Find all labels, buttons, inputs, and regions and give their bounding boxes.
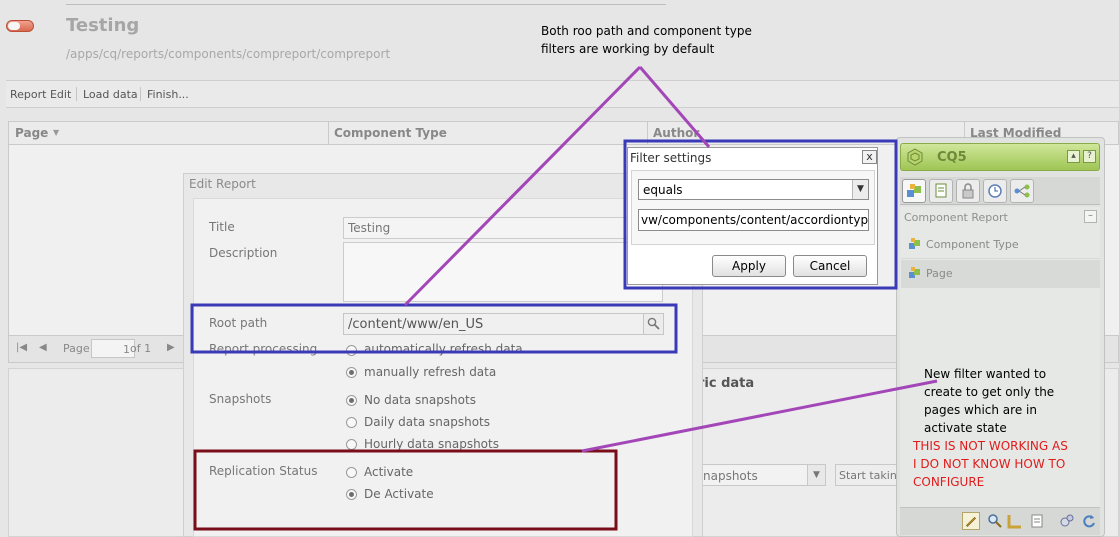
annotation-arrow [403,65,642,307]
replication-highlight-box [193,449,618,531]
annotation-arrow [638,66,711,148]
annotation-line: pages which are in [924,403,1037,417]
annotation-line: Both roo path and component type [541,24,752,38]
annotation-line: New filter wanted to [924,367,1047,381]
annotation-line: CONFIGURE [913,475,985,489]
annotation-line: filters are working by default [541,42,715,56]
annotation-warning: THIS IS NOT WORKING AS I DO NOT KNOW HOW… [913,437,1068,491]
annotation-line: activate state [924,421,1007,435]
filter-highlight-box [623,139,898,290]
annotation-line: create to get only the [924,385,1055,399]
annotation-arrow [581,379,938,453]
annotation-right-note: New filter wanted to create to get only … [924,365,1054,437]
annotation-line: I DO NOT KNOW HOW TO [913,457,1066,471]
root-path-highlight-box [190,303,678,354]
annotation-top-note: Both roo path and component type filters… [541,22,752,58]
annotation-line: THIS IS NOT WORKING AS [913,439,1068,453]
